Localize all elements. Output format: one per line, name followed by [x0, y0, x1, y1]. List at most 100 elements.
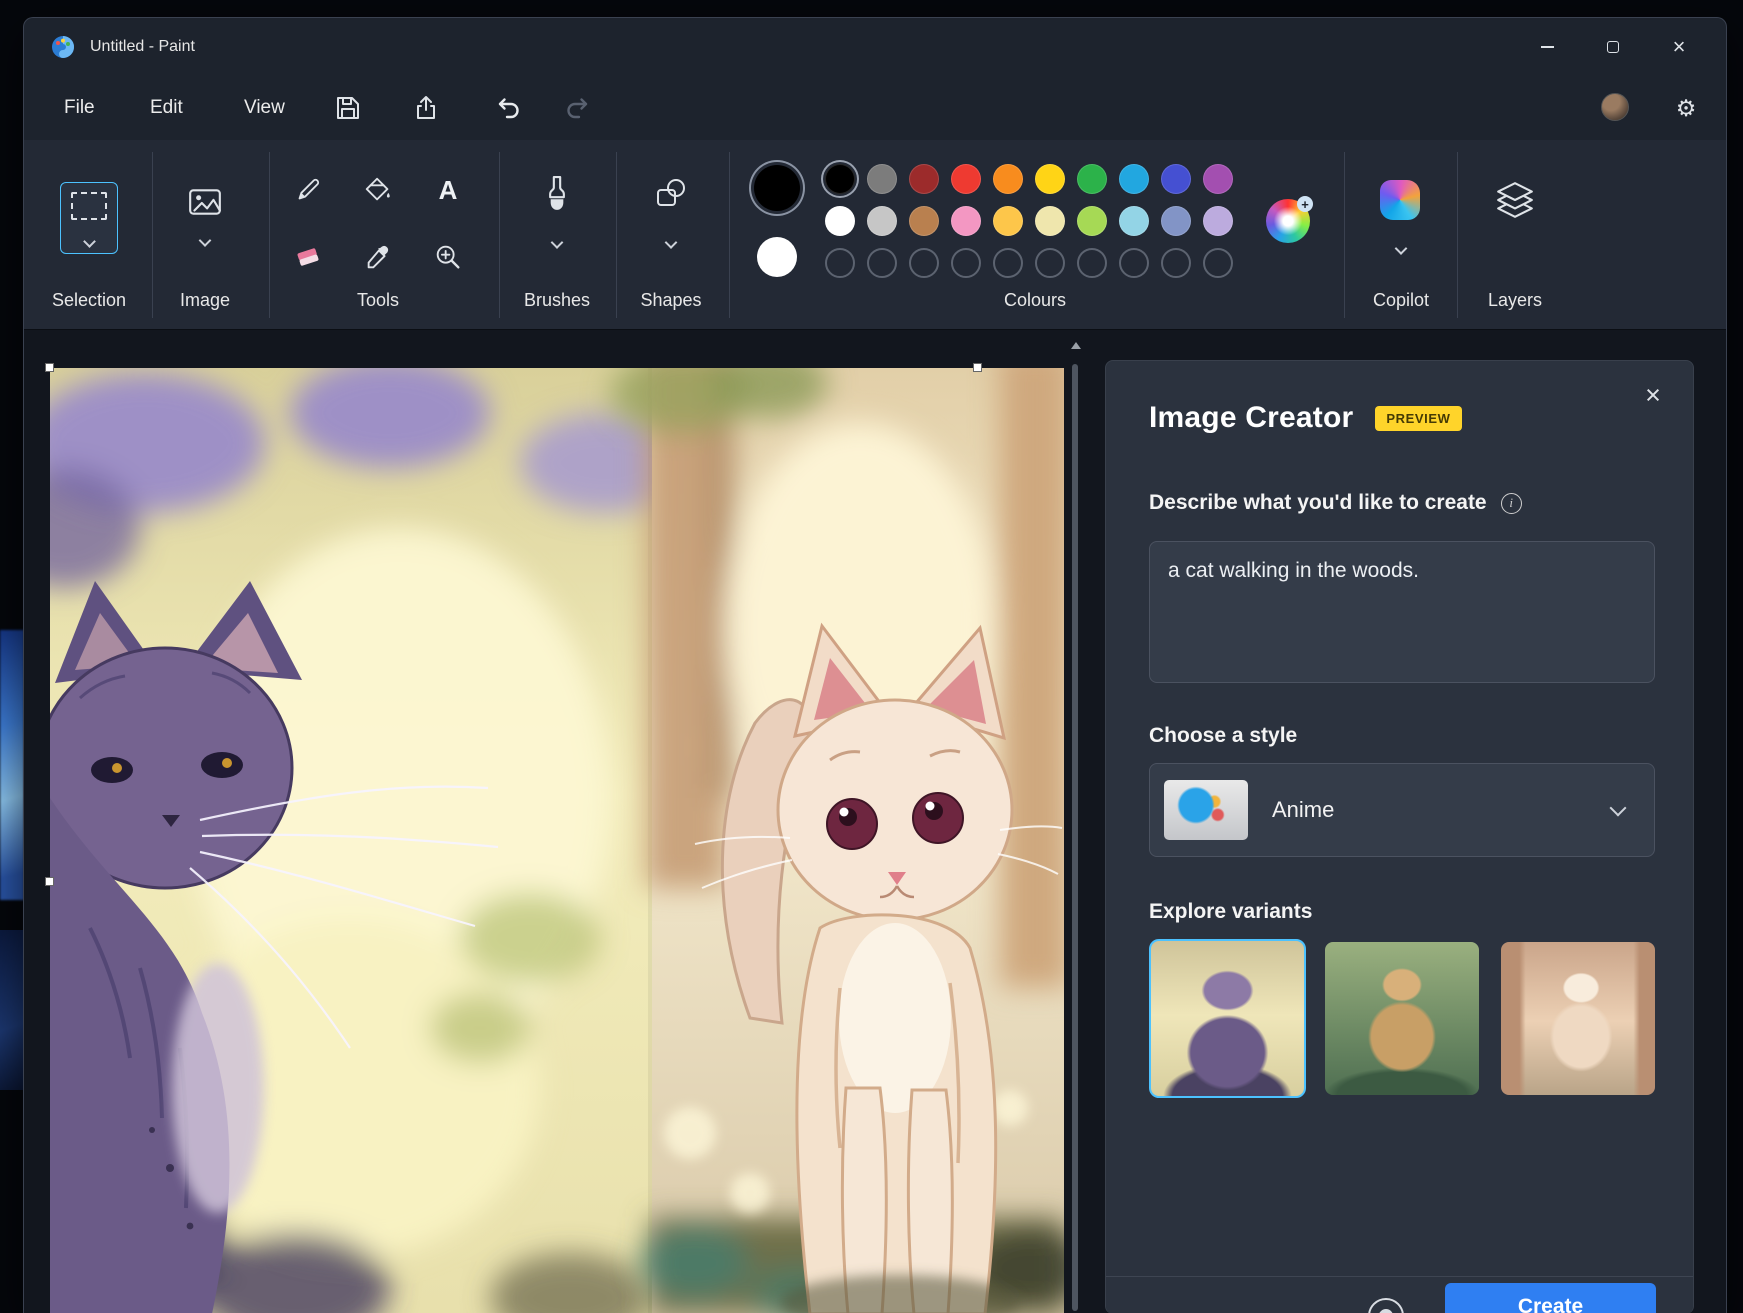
color-swatch[interactable]	[909, 164, 939, 194]
color-swatch[interactable]	[1077, 164, 1107, 194]
undo-button[interactable]	[490, 90, 526, 126]
pencil-icon	[293, 175, 323, 205]
undo-icon	[494, 94, 522, 122]
image-menu-button[interactable]	[187, 184, 223, 220]
style-dropdown[interactable]: Anime	[1149, 763, 1655, 857]
info-icon[interactable]: i	[1501, 493, 1522, 514]
menu-file[interactable]: File	[50, 88, 109, 128]
color-swatch[interactable]	[1203, 164, 1233, 194]
color-swatch[interactable]	[867, 164, 897, 194]
color-swatch[interactable]	[1119, 164, 1149, 194]
color-swatch-empty[interactable]	[993, 248, 1023, 278]
variant-thumbnail-1[interactable]	[1149, 939, 1306, 1098]
fill-tool-button[interactable]	[362, 174, 394, 206]
panel-close-button[interactable]: ×	[1637, 379, 1669, 411]
color-swatch-empty[interactable]	[1203, 248, 1233, 278]
color-swatch[interactable]	[993, 206, 1023, 236]
eyedropper-icon	[363, 242, 393, 272]
edit-colors-wheel-button[interactable]: +	[1266, 199, 1310, 243]
color-swatch[interactable]	[825, 206, 855, 236]
variant-thumbnail-2[interactable]	[1325, 942, 1479, 1095]
group-label-brushes: Brushes	[524, 290, 590, 311]
color-swatch[interactable]	[825, 164, 855, 194]
color-swatch[interactable]	[951, 164, 981, 194]
describe-label: Describe what you'd like to create	[1149, 491, 1487, 515]
foreground-color-well[interactable]	[754, 165, 800, 211]
selection-handle[interactable]	[973, 363, 982, 372]
selection-tool-button[interactable]	[60, 182, 118, 254]
color-swatch-empty[interactable]	[867, 248, 897, 278]
ribbon-divider	[1457, 152, 1458, 318]
color-swatch-empty[interactable]	[951, 248, 981, 278]
chevron-down-icon	[1395, 242, 1408, 255]
maximize-button[interactable]	[1580, 18, 1646, 76]
redo-button[interactable]	[560, 90, 596, 126]
scrollbar-up-arrow[interactable]	[1071, 342, 1081, 349]
menu-edit[interactable]: Edit	[136, 88, 197, 128]
color-swatch-empty[interactable]	[1119, 248, 1149, 278]
credits-coin-button[interactable]	[1368, 1298, 1404, 1313]
prompt-input[interactable]: a cat walking in the woods.	[1149, 541, 1655, 683]
eraser-tool-button[interactable]	[292, 241, 324, 273]
minimize-button[interactable]	[1514, 18, 1580, 76]
desktop-wallpaper	[0, 630, 24, 900]
create-button[interactable]: Create	[1445, 1283, 1656, 1313]
drawing-canvas[interactable]	[50, 368, 1064, 1313]
selection-handle[interactable]	[45, 877, 54, 886]
color-swatch[interactable]	[1035, 206, 1065, 236]
color-swatch-empty[interactable]	[825, 248, 855, 278]
menu-view[interactable]: View	[230, 88, 299, 128]
save-icon	[334, 94, 362, 122]
paint-window: Untitled - Paint × File Edit View	[23, 17, 1727, 1313]
chevron-down-icon	[199, 234, 212, 247]
color-swatch[interactable]	[993, 164, 1023, 194]
magnifier-tool-button[interactable]	[432, 241, 464, 273]
color-swatch[interactable]	[951, 206, 981, 236]
selection-handle[interactable]	[45, 363, 54, 372]
color-swatch[interactable]	[1077, 206, 1107, 236]
brushes-button[interactable]	[539, 174, 575, 214]
redo-icon	[564, 94, 592, 122]
color-swatch[interactable]	[867, 206, 897, 236]
color-picker-tool-button[interactable]	[362, 241, 394, 273]
color-swatch-empty[interactable]	[909, 248, 939, 278]
variant-thumbnail-3[interactable]	[1501, 942, 1655, 1095]
close-button[interactable]: ×	[1646, 18, 1712, 76]
color-swatch[interactable]	[1161, 206, 1191, 236]
shapes-button[interactable]	[653, 176, 689, 212]
share-button[interactable]	[408, 90, 444, 126]
color-swatch[interactable]	[1161, 164, 1191, 194]
ribbon-divider	[269, 152, 270, 318]
vertical-scrollbar[interactable]	[1068, 336, 1082, 1313]
menu-bar: File Edit View	[24, 76, 1726, 140]
color-swatch-empty[interactable]	[1035, 248, 1065, 278]
title-bar: Untitled - Paint ×	[24, 18, 1726, 76]
swatch-row-3	[825, 248, 1233, 278]
copilot-button[interactable]	[1380, 180, 1420, 220]
image-icon	[187, 185, 223, 219]
group-label-selection: Selection	[52, 290, 126, 311]
minimize-icon	[1541, 46, 1554, 48]
color-swatch[interactable]	[1119, 206, 1149, 236]
settings-button[interactable]: ⚙	[1668, 90, 1704, 126]
text-tool-button[interactable]: A	[432, 174, 464, 206]
desktop-wallpaper	[0, 930, 24, 1090]
background-color-well[interactable]	[757, 237, 797, 277]
chevron-down-icon	[83, 235, 96, 248]
save-button[interactable]	[330, 90, 366, 126]
maximize-icon	[1607, 41, 1619, 53]
scrollbar-thumb[interactable]	[1072, 364, 1078, 1311]
color-swatch[interactable]	[1203, 206, 1233, 236]
layers-button[interactable]	[1493, 180, 1537, 220]
color-swatch-empty[interactable]	[1077, 248, 1107, 278]
panel-footer: Create	[1106, 1276, 1693, 1313]
color-swatch-empty[interactable]	[1161, 248, 1191, 278]
coin-icon	[1376, 1306, 1396, 1313]
color-swatch[interactable]	[909, 206, 939, 236]
style-label: Choose a style	[1149, 724, 1297, 748]
variants-label: Explore variants	[1149, 900, 1312, 924]
color-swatch[interactable]	[1035, 164, 1065, 194]
pencil-tool-button[interactable]	[292, 174, 324, 206]
add-color-icon: +	[1297, 196, 1313, 212]
account-avatar[interactable]	[1601, 93, 1629, 121]
